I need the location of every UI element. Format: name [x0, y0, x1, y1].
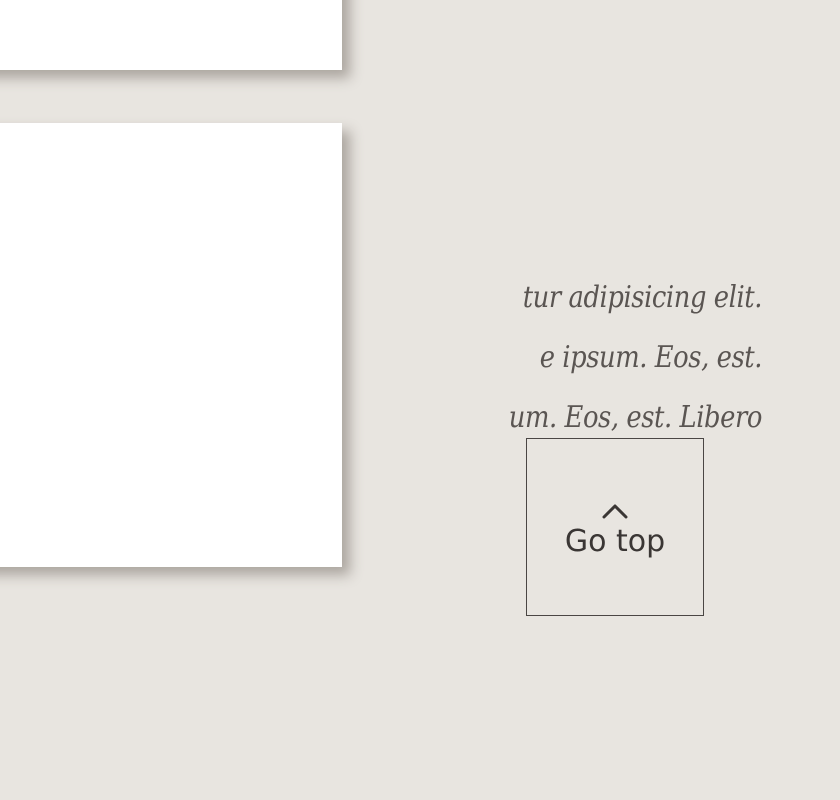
card-text-line: e ipsum. Eos, est. — [539, 340, 763, 375]
card-text-line: tur adipisicing elit. — [522, 280, 763, 315]
card-text: tur adipisicing elit. e ipsum. Eos, est.… — [280, 268, 763, 448]
chevron-up-icon — [602, 504, 628, 519]
page: tur adipisicing elit. e ipsum. Eos, est.… — [0, 0, 840, 800]
go-top-label: Go top — [564, 524, 666, 559]
top-card — [0, 0, 342, 70]
go-top-button[interactable]: Go top — [526, 438, 704, 616]
